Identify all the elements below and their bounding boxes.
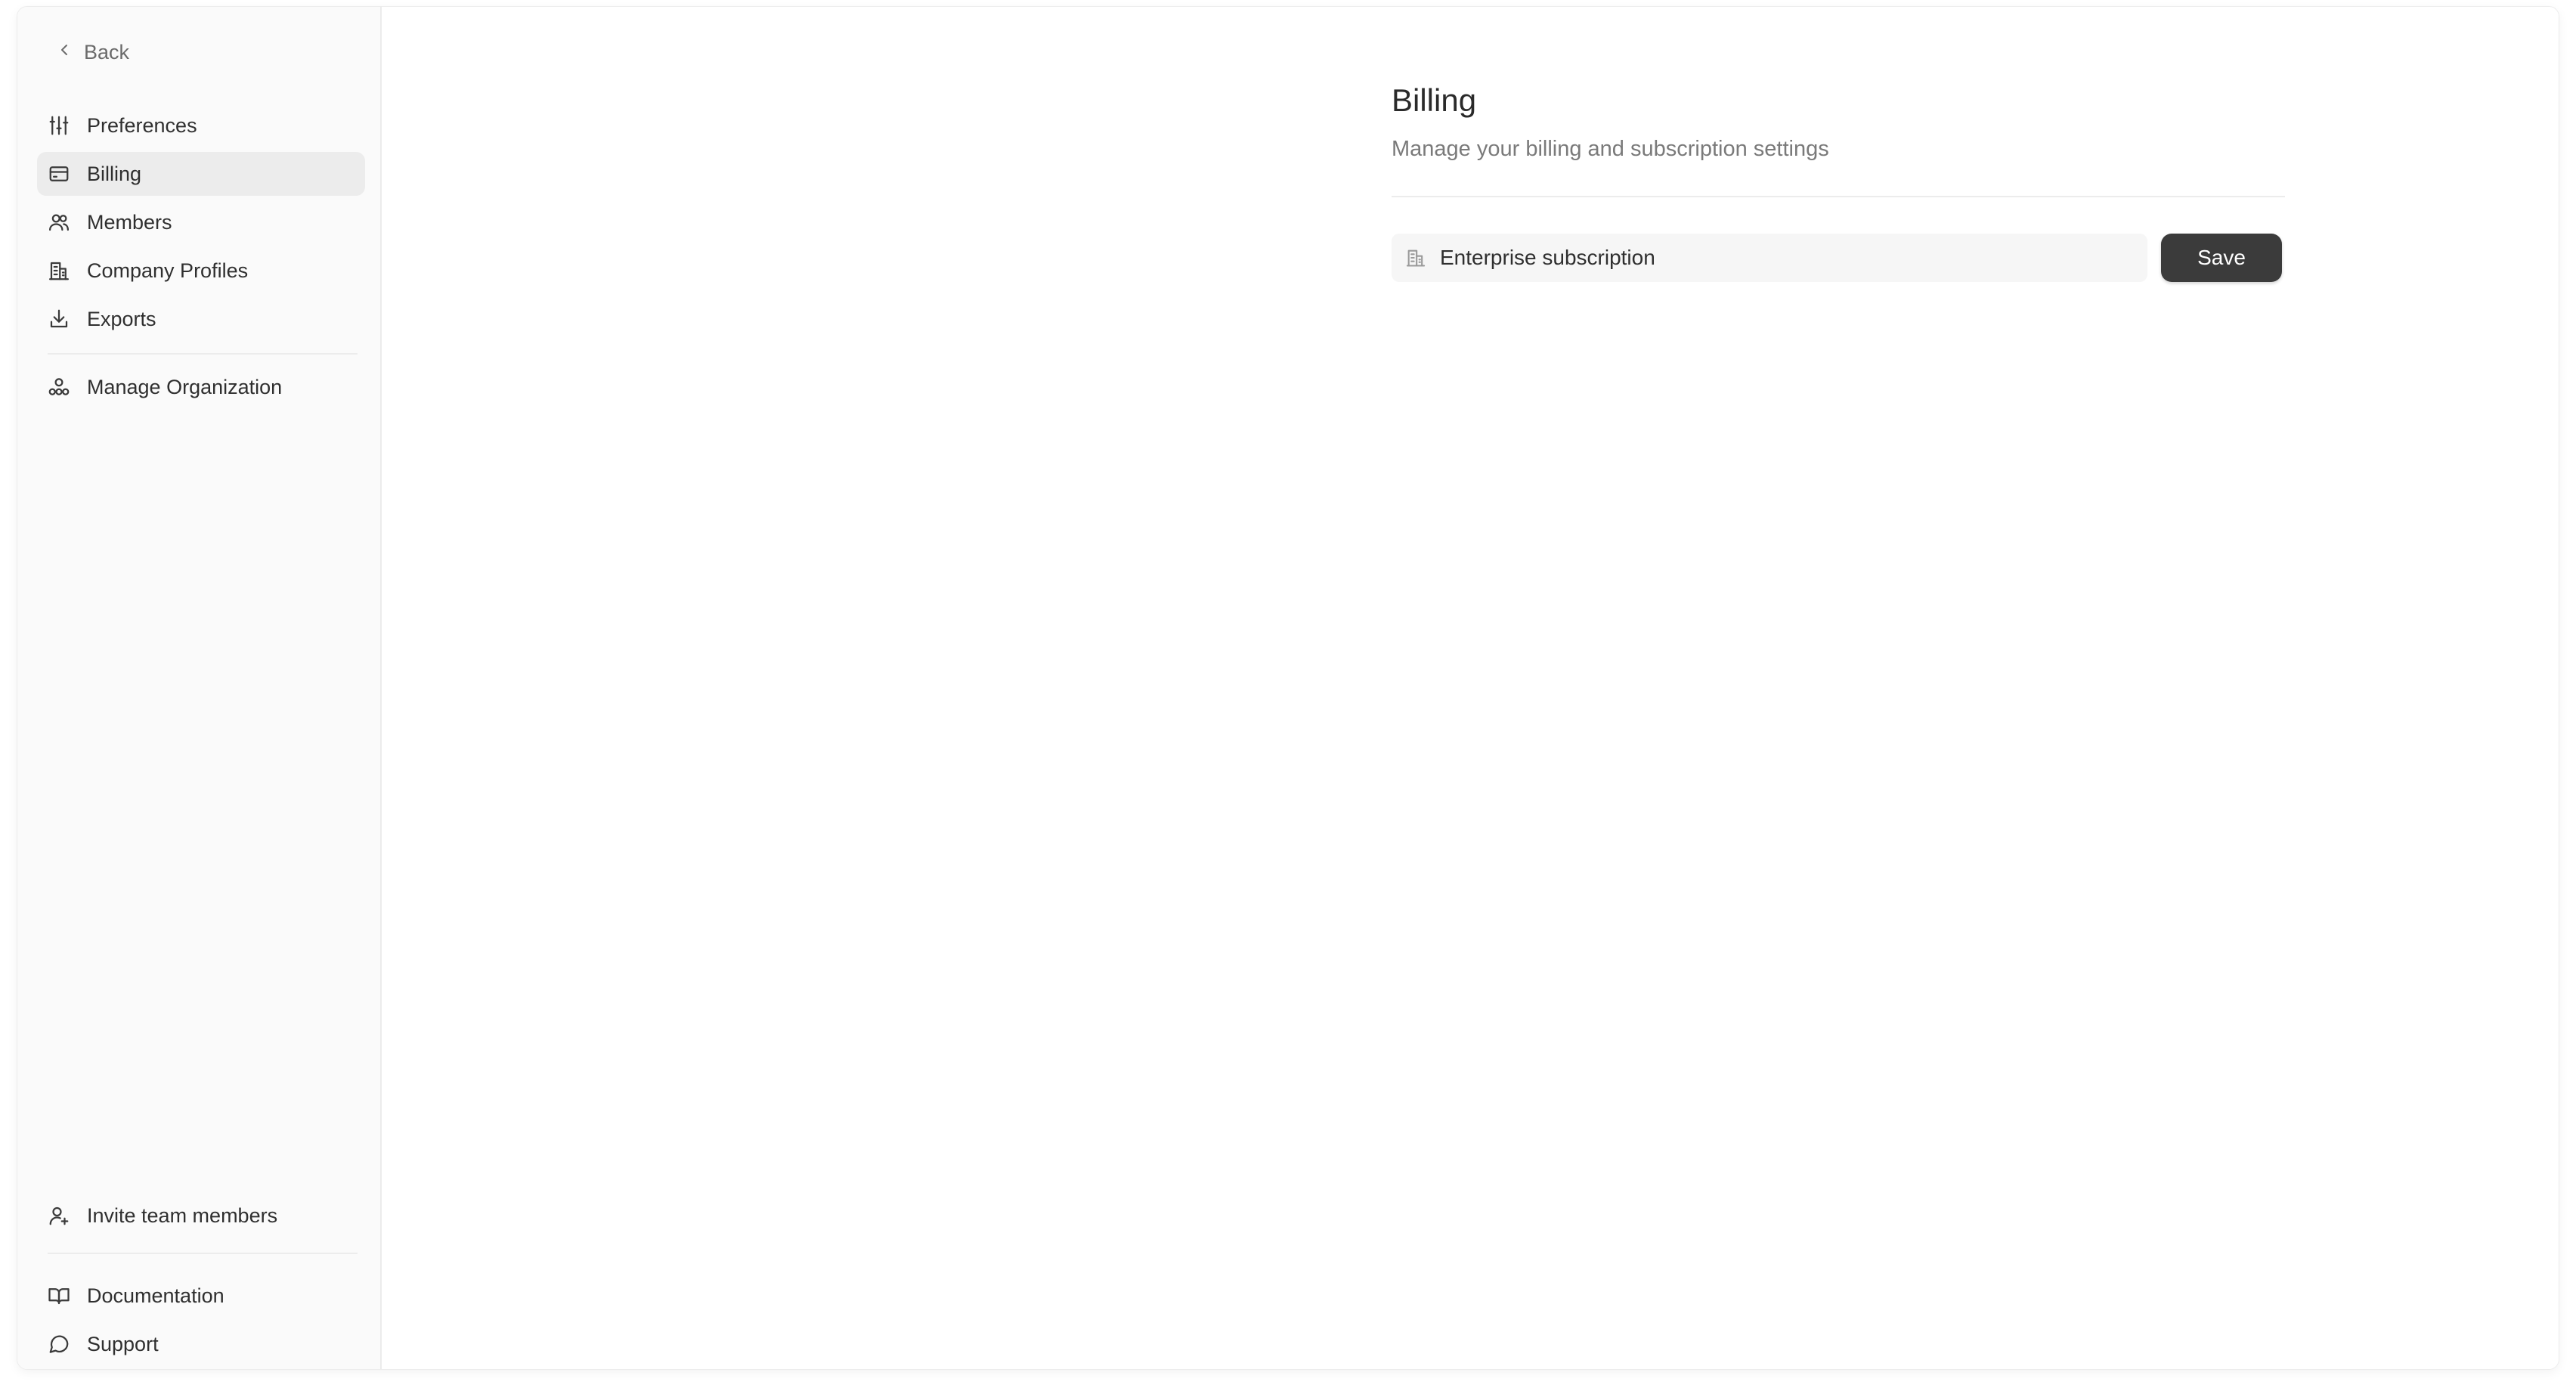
sidebar-item-company-profiles[interactable]: Company Profiles bbox=[37, 249, 365, 293]
building-icon bbox=[1405, 247, 1426, 268]
sidebar-item-label: Members bbox=[87, 210, 172, 234]
sidebar-item-label: Exports bbox=[87, 307, 156, 330]
sidebar-item-label: Support bbox=[87, 1332, 159, 1355]
sliders-icon bbox=[48, 114, 70, 137]
chevron-left-icon bbox=[55, 41, 73, 64]
book-open-icon bbox=[48, 1284, 70, 1307]
subscription-field[interactable]: Enterprise subscription bbox=[1392, 234, 2147, 282]
sidebar: Back Preferences Billing Members Company bbox=[17, 7, 382, 1369]
sidebar-item-label: Documentation bbox=[87, 1284, 224, 1307]
section-divider bbox=[1392, 196, 2285, 197]
app-window: Back Preferences Billing Members Company bbox=[17, 6, 2559, 1370]
sidebar-item-members[interactable]: Members bbox=[37, 200, 365, 244]
users-icon bbox=[48, 211, 70, 234]
sidebar-item-label: Company Profiles bbox=[87, 259, 249, 282]
chat-bubble-icon bbox=[48, 1333, 70, 1355]
sidebar-item-invite[interactable]: Invite team members bbox=[37, 1194, 365, 1237]
sidebar-item-label: Manage Organization bbox=[87, 375, 283, 398]
sidebar-divider bbox=[48, 1253, 358, 1254]
subscription-row: Enterprise subscription Save bbox=[1392, 234, 2285, 282]
back-button[interactable]: Back bbox=[45, 33, 140, 72]
download-icon bbox=[48, 308, 70, 330]
page-title: Billing bbox=[1392, 82, 1477, 118]
sidebar-item-label: Preferences bbox=[87, 113, 197, 137]
back-label: Back bbox=[84, 40, 130, 64]
sidebar-divider bbox=[48, 353, 358, 355]
sidebar-item-preferences[interactable]: Preferences bbox=[37, 104, 365, 147]
sidebar-item-documentation[interactable]: Documentation bbox=[37, 1274, 365, 1318]
user-plus-icon bbox=[48, 1204, 70, 1227]
billing-panel: Billing Manage your billing and subscrip… bbox=[1392, 81, 2285, 282]
sidebar-item-label: Invite team members bbox=[87, 1203, 278, 1227]
sidebar-item-manage-organization[interactable]: Manage Organization bbox=[37, 365, 365, 409]
credit-card-icon bbox=[48, 163, 70, 185]
sidebar-item-label: Billing bbox=[87, 162, 142, 185]
sidebar-item-exports[interactable]: Exports bbox=[37, 297, 365, 341]
save-button[interactable]: Save bbox=[2161, 234, 2282, 282]
sidebar-item-billing[interactable]: Billing bbox=[37, 152, 365, 196]
subscription-value: Enterprise subscription bbox=[1440, 246, 1655, 269]
organization-icon bbox=[48, 376, 70, 398]
page-subtitle: Manage your billing and subscription set… bbox=[1392, 137, 1829, 161]
building-icon bbox=[48, 259, 70, 282]
sidebar-item-support[interactable]: Support bbox=[37, 1322, 365, 1366]
main-content: Billing Manage your billing and subscrip… bbox=[382, 7, 2559, 1369]
